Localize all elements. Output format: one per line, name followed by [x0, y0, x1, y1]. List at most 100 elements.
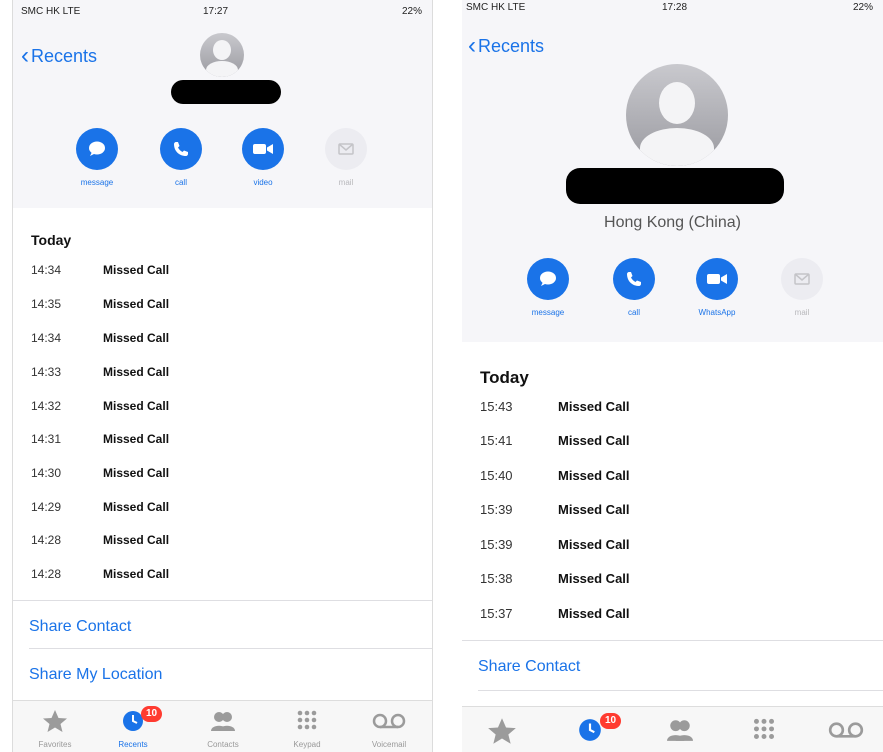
call-time: 14:28: [31, 533, 62, 547]
call-row: 15:38 Missed Call: [480, 571, 630, 586]
battery-label: 22%: [401, 6, 422, 17]
missed-calls-badge: 10: [141, 706, 163, 722]
tab-voicemail[interactable]: [816, 717, 876, 748]
tab-contacts[interactable]: Contacts: [193, 709, 253, 749]
contact-location: Hong Kong (China): [604, 214, 741, 231]
avatar-head: [213, 40, 231, 60]
share-contact-link[interactable]: Share Contact: [478, 658, 580, 676]
call-button[interactable]: call: [612, 258, 656, 317]
contacts-icon: [667, 720, 693, 741]
call-status: Missed Call: [103, 500, 170, 514]
carrier-label: SMC HK LTE: [466, 2, 526, 13]
avatar-body: [640, 128, 714, 166]
redacted-name: [566, 168, 784, 204]
divider: [478, 690, 883, 691]
call-time: 14:31: [31, 432, 62, 446]
tab-favorites[interactable]: Favorites: [25, 709, 85, 749]
message-button[interactable]: message: [75, 128, 119, 187]
tab-label: Keypad: [293, 740, 321, 749]
video-icon: [242, 128, 284, 170]
share-contact-link[interactable]: Share Contact: [29, 618, 131, 636]
tab-label: Favorites: [38, 740, 72, 749]
share-location-link[interactable]: Share My Location: [29, 666, 162, 684]
divider: [13, 600, 432, 601]
mail-button[interactable]: mail: [780, 258, 824, 317]
call-time: 15:41: [480, 433, 513, 448]
clock-label: 17:27: [203, 6, 229, 17]
call-row: 14:28 Missed Call: [31, 533, 169, 547]
call-button[interactable]: call: [159, 128, 203, 187]
avatar-body: [206, 61, 238, 77]
call-row: 14:29 Missed Call: [31, 500, 169, 514]
call-row: 14:34 Missed Call: [31, 263, 169, 277]
phone-icon: [613, 258, 655, 300]
tab-keypad[interactable]: Keypad: [277, 709, 337, 749]
call-row: 15:39 Missed Call: [480, 537, 630, 552]
call-row: 14:34 Missed Call: [31, 331, 169, 345]
back-button[interactable]: ‹ Recents: [468, 34, 544, 58]
chevron-left-icon: ‹: [468, 32, 476, 59]
call-time: 14:33: [31, 365, 62, 379]
divider: [29, 648, 432, 649]
right-phone-screen: SMC HK LTE 17:28 22% ‹ Recents Hong Kong…: [462, 0, 883, 752]
mail-button[interactable]: mail: [324, 128, 368, 187]
section-title-today: Today: [31, 232, 72, 248]
avatar: [626, 64, 728, 166]
call-status: Missed Call: [558, 502, 630, 517]
call-time: 14:35: [31, 297, 62, 311]
tab-keypad[interactable]: [734, 717, 794, 748]
tab-bar: 10: [462, 706, 883, 752]
call-row: 15:40 Missed Call: [480, 468, 630, 483]
message-icon: [76, 128, 118, 170]
tab-favorites[interactable]: [472, 717, 532, 750]
video-button[interactable]: video: [241, 128, 285, 187]
call-row: 14:33 Missed Call: [31, 365, 169, 379]
tab-recents[interactable]: 10: [560, 713, 622, 748]
call-status: Missed Call: [558, 433, 630, 448]
call-status: Missed Call: [103, 297, 170, 311]
phone-icon: [160, 128, 202, 170]
divider: [462, 640, 883, 641]
voicemail-icon: [372, 713, 406, 729]
call-time: 15:39: [480, 502, 513, 517]
call-time: 15:39: [480, 537, 513, 552]
battery-label: 22%: [852, 2, 873, 13]
call-label: call: [174, 178, 187, 187]
call-status: Missed Call: [103, 263, 170, 277]
call-time: 14:34: [31, 331, 62, 345]
tab-contacts[interactable]: [650, 717, 710, 748]
contacts-icon: [211, 712, 235, 731]
chevron-left-icon: ‹: [21, 42, 29, 69]
clock-label: 17:28: [662, 2, 688, 13]
call-time: 14:28: [31, 567, 62, 581]
video-label: video: [253, 178, 273, 187]
call-status: Missed Call: [103, 399, 170, 413]
mail-icon: [325, 128, 367, 170]
call-status: Missed Call: [103, 567, 170, 581]
call-row: 14:32 Missed Call: [31, 399, 169, 413]
call-time: 15:43: [480, 399, 513, 414]
tab-voicemail[interactable]: Voicemail: [359, 709, 419, 749]
call-row: 15:37 Missed Call: [480, 606, 630, 621]
mail-label: mail: [338, 178, 354, 187]
back-button[interactable]: ‹ Recents: [21, 44, 97, 68]
status-bar: SMC HK LTE 17:27 22%: [13, 0, 432, 20]
call-status: Missed Call: [103, 432, 170, 446]
call-time: 14:30: [31, 466, 62, 480]
call-row: 15:41 Missed Call: [480, 433, 630, 448]
left-phone-screen: SMC HK LTE 17:27 22% ‹ Recents message c…: [12, 0, 433, 752]
whatsapp-label: WhatsApp: [698, 308, 736, 317]
video-icon: [696, 258, 738, 300]
mail-label: mail: [794, 308, 810, 317]
whatsapp-button[interactable]: WhatsApp: [695, 258, 739, 317]
call-status: Missed Call: [558, 468, 630, 483]
tab-recents[interactable]: Recents 10: [103, 706, 163, 749]
message-button[interactable]: message: [526, 258, 570, 317]
call-time: 15:37: [480, 606, 513, 621]
avatar-head: [659, 82, 695, 124]
call-time: 15:38: [480, 571, 513, 586]
tab-label: Voicemail: [371, 740, 407, 749]
star-icon: [43, 710, 67, 732]
call-label: call: [627, 308, 640, 317]
message-label: message: [531, 308, 565, 317]
